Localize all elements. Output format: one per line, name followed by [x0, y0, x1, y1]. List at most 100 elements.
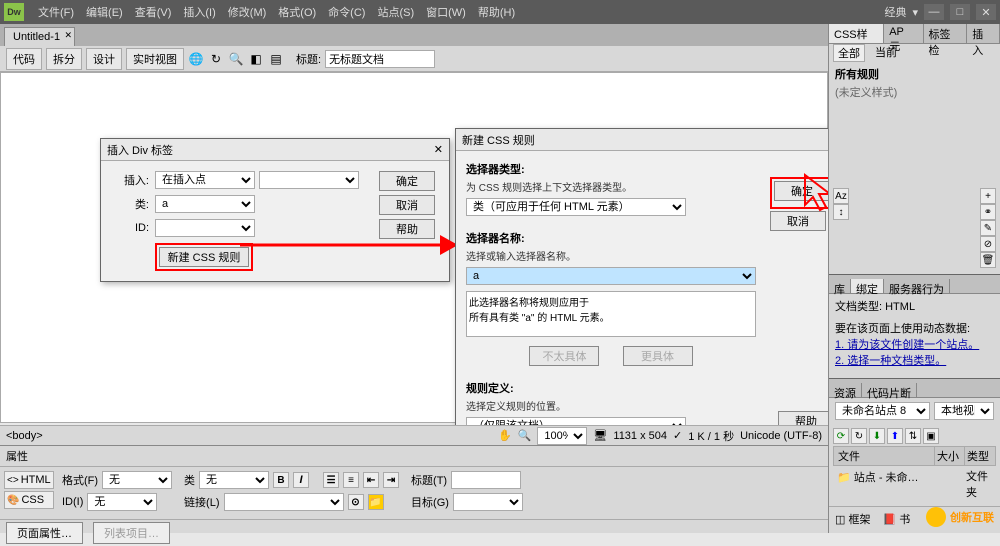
layout-label[interactable]: 经典: [884, 4, 906, 20]
options-icon[interactable]: ▤: [268, 51, 284, 67]
ok-button[interactable]: 确定: [774, 181, 830, 201]
zoom-tool-icon[interactable]: 🔍: [518, 429, 532, 442]
view-design[interactable]: 设计: [86, 48, 122, 70]
indent-button[interactable]: ⇥: [383, 472, 399, 488]
insert-select[interactable]: 在插入点: [155, 171, 255, 189]
refresh-icon[interactable]: ↻: [851, 428, 867, 444]
tab-library[interactable]: 库: [829, 279, 851, 293]
ol-button[interactable]: ≡: [343, 472, 359, 488]
globe-icon[interactable]: 🌐: [188, 51, 204, 67]
page-properties-button[interactable]: 页面属性…: [6, 522, 83, 544]
connect-icon[interactable]: ⟳: [833, 428, 849, 444]
insert-select-2[interactable]: [259, 171, 359, 189]
tab-server-behaviors[interactable]: 服务器行为: [884, 279, 950, 293]
target-label: 目标(G): [411, 494, 449, 510]
screen-icon[interactable]: 🖥: [593, 429, 607, 442]
col-size[interactable]: 大小: [935, 447, 965, 465]
col-file[interactable]: 文件: [834, 447, 935, 465]
dialog-title: 插入 Div 标签: [107, 142, 173, 158]
frames-panel-label[interactable]: ◫ 框架: [835, 511, 870, 527]
refresh-icon[interactable]: ↻: [208, 51, 224, 67]
nav-icon[interactable]: ◧: [248, 51, 264, 67]
outdent-button[interactable]: ⇤: [363, 472, 379, 488]
subtab-current[interactable]: 当前: [871, 44, 901, 62]
close-icon[interactable]: ✕: [434, 143, 443, 156]
new-rule-icon[interactable]: +: [980, 188, 996, 204]
format-label: 格式(F): [62, 472, 98, 488]
books-panel-label[interactable]: 📕 书: [882, 511, 910, 527]
tab-insert[interactable]: 插入: [967, 24, 1000, 43]
hand-tool-icon[interactable]: ✋: [498, 429, 512, 442]
menu-view[interactable]: 查看(V): [129, 4, 178, 20]
inspect-icon[interactable]: 🔍: [228, 51, 244, 67]
bold-button[interactable]: B: [273, 472, 289, 488]
minimize-button[interactable]: —: [924, 4, 944, 20]
view-code[interactable]: 代码: [6, 48, 42, 70]
delete-icon[interactable]: 🗑: [980, 252, 996, 268]
new-css-rule-button[interactable]: 新建 CSS 规则: [159, 247, 249, 267]
close-icon[interactable]: ✕: [65, 30, 73, 41]
close-button[interactable]: ✕: [976, 4, 996, 20]
sync-icon[interactable]: ⇅: [905, 428, 921, 444]
subtab-all[interactable]: 全部: [833, 44, 865, 62]
zoom-select[interactable]: 100%: [537, 427, 587, 445]
menu-modify[interactable]: 修改(M): [222, 4, 273, 20]
tab-css-styles[interactable]: CSS样式: [829, 24, 884, 43]
maximize-button[interactable]: □: [950, 4, 970, 20]
view-live[interactable]: 实时视图: [126, 48, 184, 70]
id-select[interactable]: [155, 219, 255, 237]
point-to-file-icon[interactable]: ⊙: [348, 494, 364, 510]
class-select[interactable]: 无: [199, 471, 269, 489]
site-select[interactable]: 未命名站点 8: [835, 402, 930, 420]
tab-bindings[interactable]: 绑定: [851, 279, 884, 293]
link-select[interactable]: [224, 493, 344, 511]
css-mode-button[interactable]: 🎨 CSS: [4, 491, 54, 509]
ok-button[interactable]: 确定: [379, 171, 435, 191]
link-icon[interactable]: ⚭: [980, 204, 996, 220]
expand-icon[interactable]: ▣: [923, 428, 939, 444]
help-button[interactable]: 帮助: [379, 219, 435, 239]
edit-icon[interactable]: ✎: [980, 220, 996, 236]
menu-format[interactable]: 格式(O): [272, 4, 322, 20]
menu-commands[interactable]: 命令(C): [322, 4, 371, 20]
tab-tag-inspector[interactable]: 标签检: [924, 24, 968, 43]
menu-help[interactable]: 帮助(H): [472, 4, 521, 20]
title-input[interactable]: [451, 471, 521, 489]
file-row[interactable]: 📁 站点 - 未命…: [833, 468, 936, 500]
class-select[interactable]: a: [155, 195, 255, 213]
tab-ap-elements[interactable]: AP 元: [884, 24, 923, 43]
view-select[interactable]: 本地视图: [934, 402, 994, 420]
cancel-button[interactable]: 取消: [770, 211, 826, 231]
view-split[interactable]: 拆分: [46, 48, 82, 70]
id-select[interactable]: 无: [87, 493, 157, 511]
title-label: 标题(T): [411, 472, 447, 488]
dialog-title: 新建 CSS 规则: [462, 132, 535, 148]
menu-window[interactable]: 窗口(W): [420, 4, 472, 20]
selector-type-select[interactable]: 类（可应用于任何 HTML 元素）: [466, 198, 686, 216]
sort-icon[interactable]: ↕: [833, 204, 849, 220]
col-type[interactable]: 类型: [965, 447, 995, 465]
menu-site[interactable]: 站点(S): [371, 4, 420, 20]
menu-insert[interactable]: 插入(I): [177, 4, 221, 20]
menu-edit[interactable]: 编辑(E): [80, 4, 129, 20]
less-specific-button: 不太具体: [529, 346, 599, 366]
ul-button[interactable]: ☰: [323, 472, 339, 488]
html-mode-button[interactable]: <> HTML: [4, 471, 54, 489]
insert-label: 插入:: [111, 172, 149, 188]
tag-selector[interactable]: <body>: [6, 430, 43, 442]
tab-snippets[interactable]: 代码片断: [862, 383, 917, 397]
browse-icon[interactable]: 📁: [368, 494, 384, 510]
cancel-button[interactable]: 取消: [379, 195, 435, 215]
italic-button[interactable]: I: [293, 472, 309, 488]
tab-resources[interactable]: 资源: [829, 383, 862, 397]
document-tab[interactable]: Untitled-1 ✕: [4, 27, 75, 46]
title-input[interactable]: [325, 50, 435, 68]
menu-file[interactable]: 文件(F): [32, 4, 80, 20]
get-icon[interactable]: ⬇: [869, 428, 885, 444]
format-select[interactable]: 无: [102, 471, 172, 489]
selector-name-combo[interactable]: a: [466, 267, 756, 285]
attach-icon[interactable]: Az: [833, 188, 849, 204]
put-icon[interactable]: ⬆: [887, 428, 903, 444]
disable-icon[interactable]: ⊘: [980, 236, 996, 252]
target-select[interactable]: [453, 493, 523, 511]
